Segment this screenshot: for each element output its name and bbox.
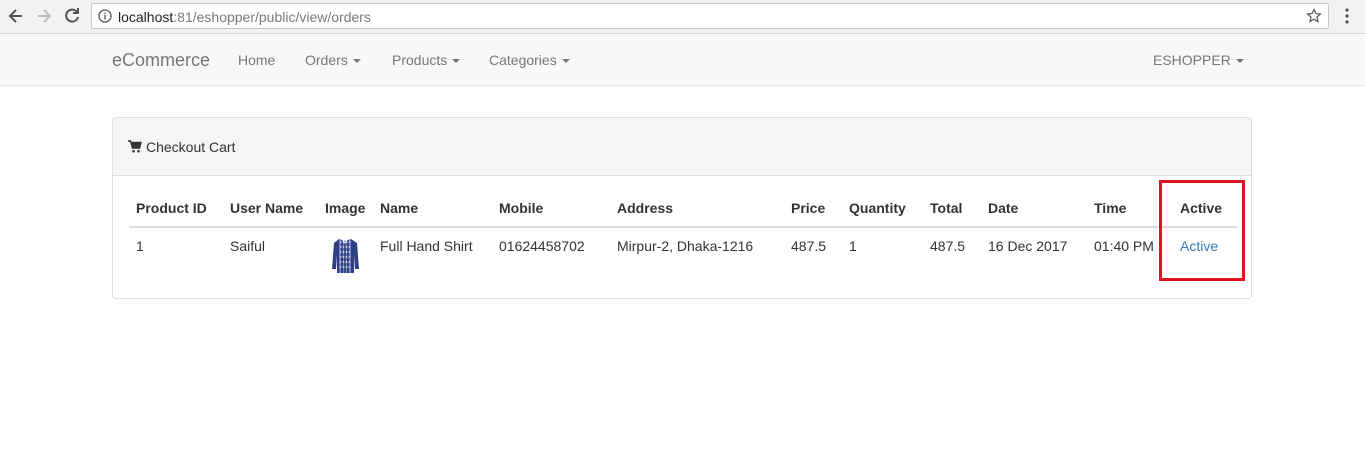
column-header-total: Total xyxy=(930,200,963,216)
column-header-image: Image xyxy=(325,200,366,216)
panel-heading: Checkout Cart xyxy=(113,118,1251,176)
column-header-price: Price xyxy=(791,200,826,216)
cart-icon xyxy=(128,140,142,153)
column-header-name: Name xyxy=(380,200,419,216)
caret-down-icon xyxy=(1235,59,1244,64)
app-navbar: eCommerce Home Orders Products Categorie… xyxy=(0,34,1365,86)
cell-product-name: Full Hand Shirt xyxy=(380,238,473,254)
url-text[interactable]: localhost:81/eshopper/public/view/orders xyxy=(118,9,371,25)
column-header-time: Time xyxy=(1094,200,1127,216)
cell-total: 487.5 xyxy=(930,238,966,254)
cell-address: Mirpur-2, Dhaka-1216 xyxy=(617,238,754,254)
nav-categories-dropdown[interactable]: Categories xyxy=(489,52,570,68)
nav-orders-dropdown[interactable]: Orders xyxy=(305,52,361,68)
product-shirt-image xyxy=(332,238,359,273)
caret-down-icon xyxy=(352,59,361,64)
column-header-quantity: Quantity xyxy=(849,200,906,216)
cell-user-name: Saiful xyxy=(230,238,266,254)
info-icon[interactable] xyxy=(98,9,112,23)
browser-toolbar: localhost:81/eshopper/public/view/orders xyxy=(0,0,1365,34)
reload-icon[interactable] xyxy=(62,6,82,26)
cell-mobile: 01624458702 xyxy=(499,238,585,254)
nav-home[interactable]: Home xyxy=(238,52,275,68)
address-bar[interactable]: localhost:81/eshopper/public/view/orders xyxy=(91,3,1329,29)
cell-time: 01:40 PM xyxy=(1094,238,1154,254)
column-header-mobile: Mobile xyxy=(499,200,544,216)
cell-price: 487.5 xyxy=(791,238,827,254)
forward-arrow-icon[interactable] xyxy=(34,6,54,26)
cell-quantity: 1 xyxy=(849,238,857,254)
column-header-address: Address xyxy=(617,200,674,216)
caret-down-icon xyxy=(452,59,461,64)
cell-date: 16 Dec 2017 xyxy=(988,238,1068,254)
cell-product-id: 1 xyxy=(136,238,144,254)
column-header-user-name: User Name xyxy=(230,200,304,216)
checkout-cart-panel: Checkout Cart Product ID User Name Image… xyxy=(112,117,1252,299)
brand-link[interactable]: eCommerce xyxy=(112,50,210,71)
caret-down-icon xyxy=(561,59,570,64)
star-icon[interactable] xyxy=(1306,8,1322,24)
nav-products-dropdown[interactable]: Products xyxy=(392,52,461,68)
back-arrow-icon[interactable] xyxy=(6,6,26,26)
user-menu-dropdown[interactable]: ESHOPPER xyxy=(1153,52,1244,68)
menu-icon[interactable] xyxy=(1343,7,1351,25)
column-header-product-id: Product ID xyxy=(136,200,207,216)
table-header-divider xyxy=(129,226,1237,228)
panel-title: Checkout Cart xyxy=(146,139,236,155)
column-header-date: Date xyxy=(988,200,1019,216)
active-column-highlight-box xyxy=(1159,180,1245,281)
